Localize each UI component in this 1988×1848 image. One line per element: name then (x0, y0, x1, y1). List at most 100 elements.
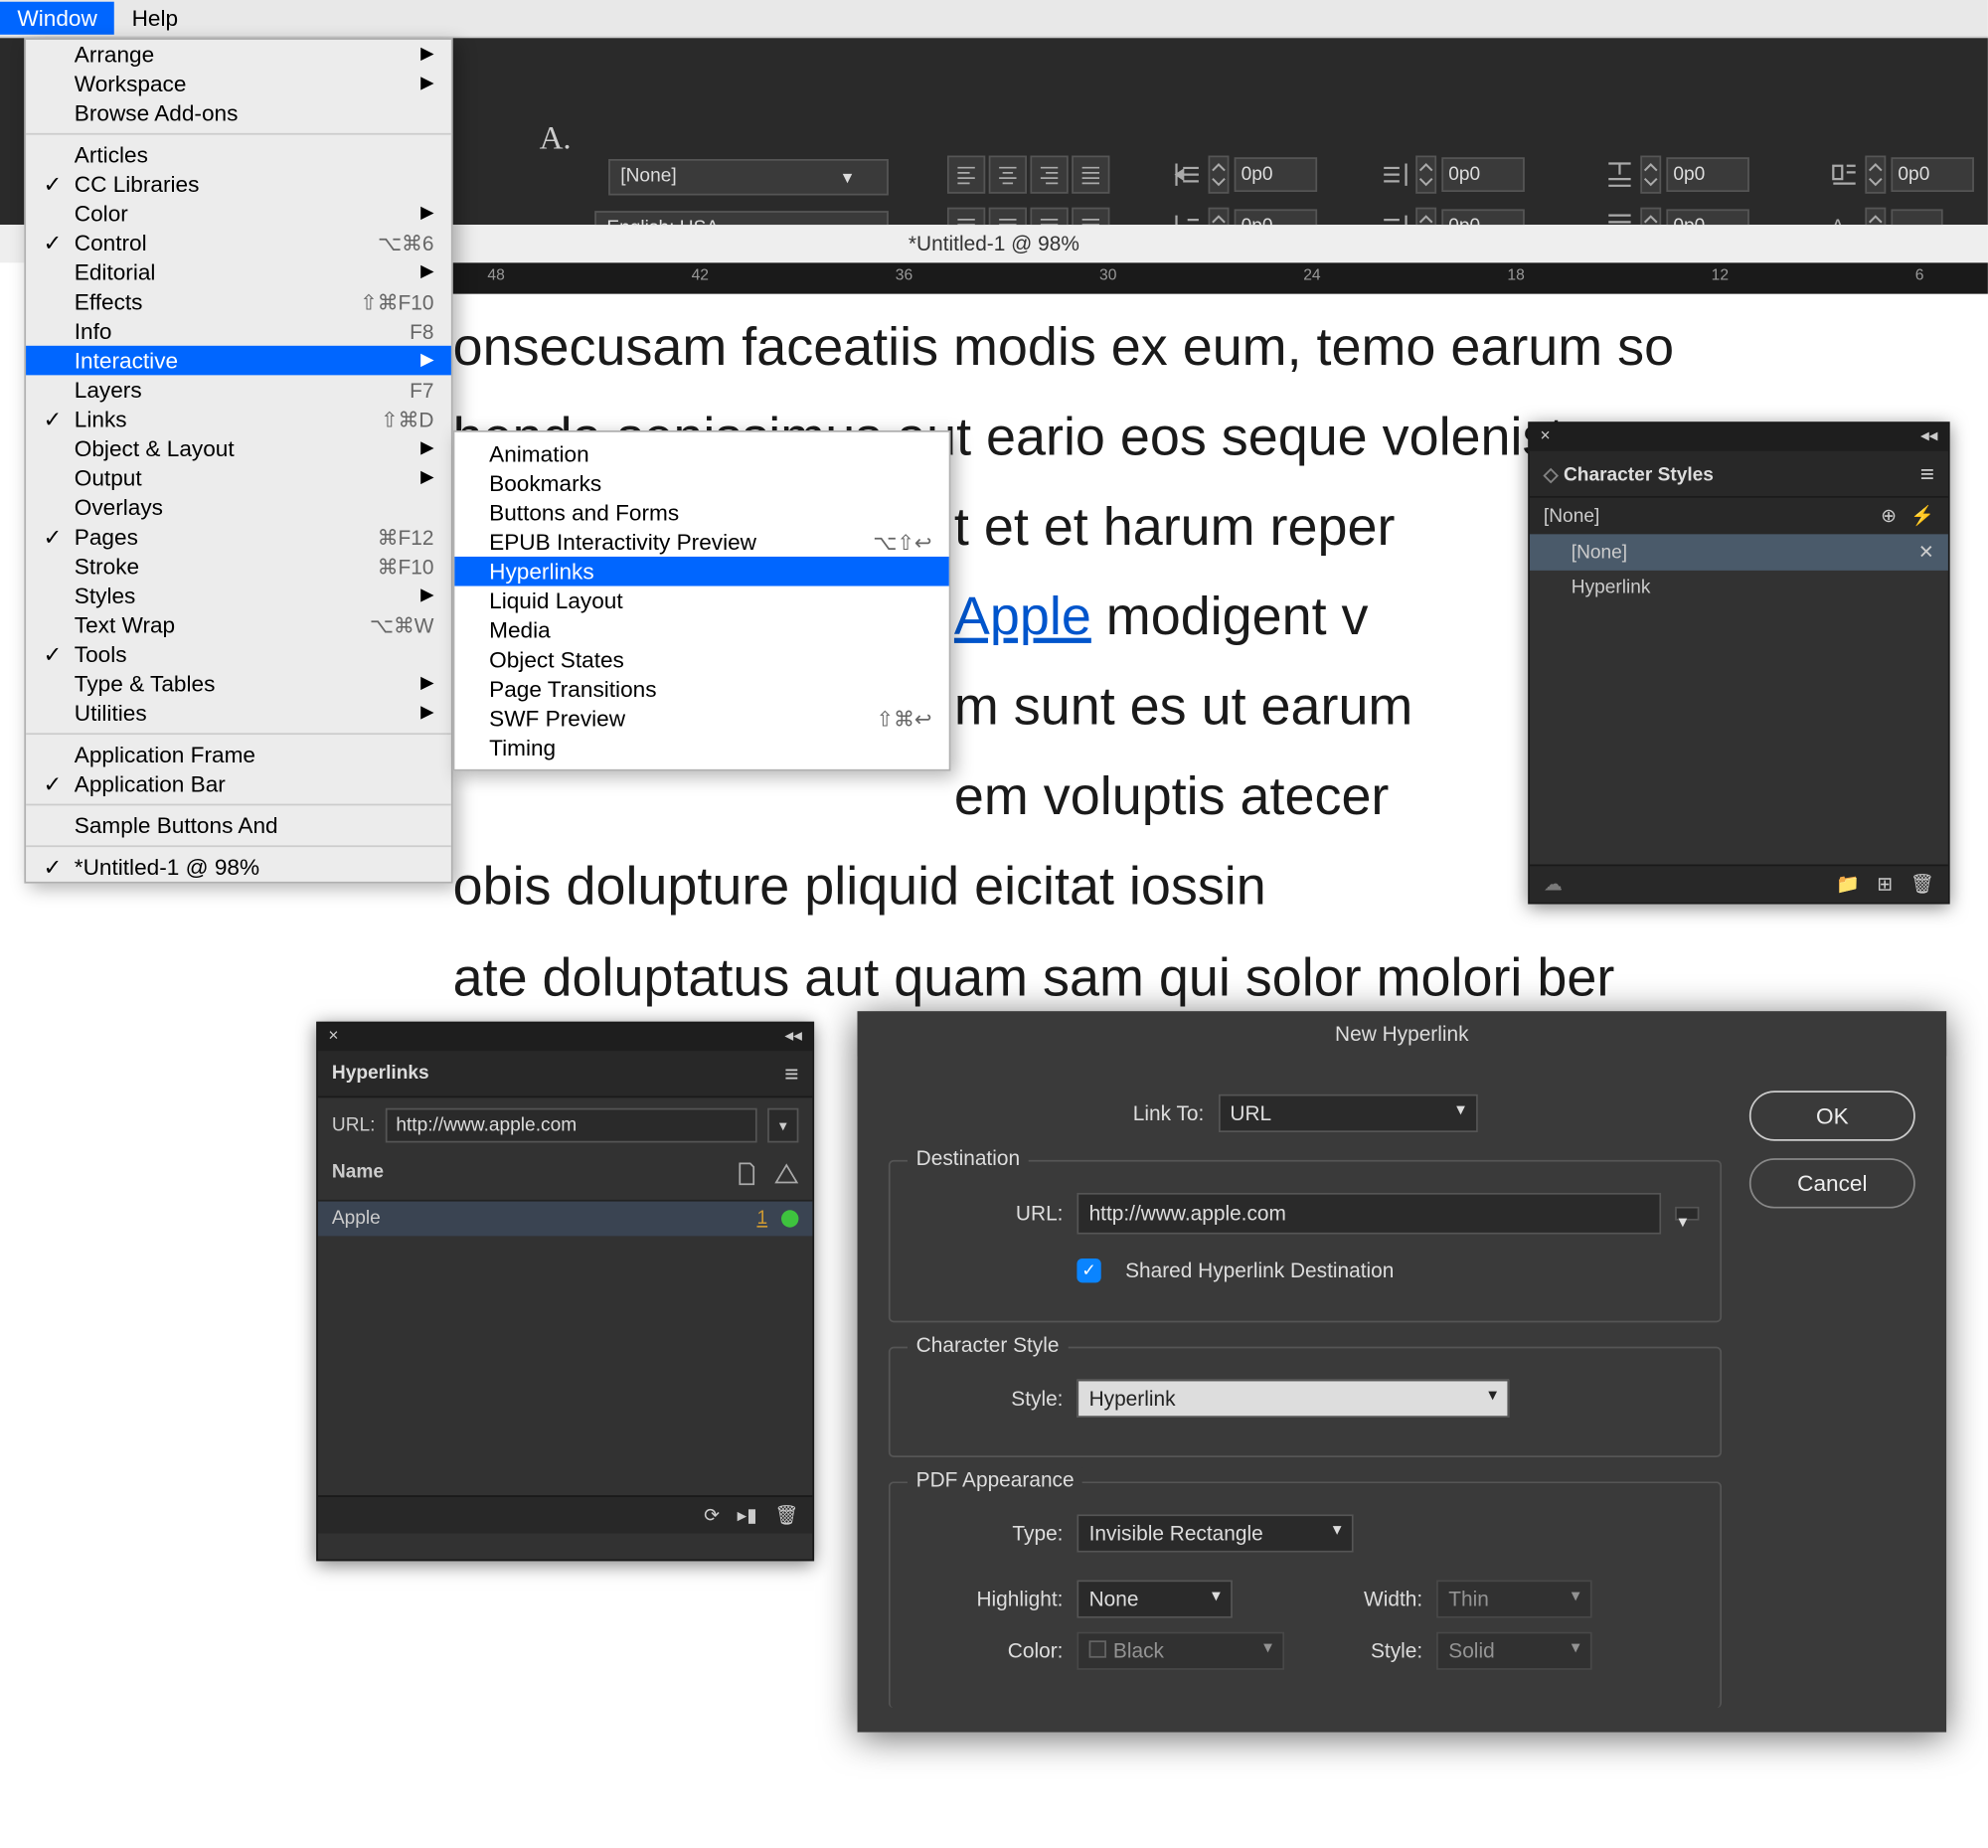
highlight-select[interactable]: None (1077, 1580, 1233, 1617)
submenu-hyperlinks[interactable]: Hyperlinks (454, 557, 948, 587)
menu-styles[interactable]: Styles▶ (26, 581, 451, 610)
character-icon: A. (540, 121, 572, 159)
trash-icon[interactable]: 🗑 (1910, 873, 1934, 896)
hyperlink-count[interactable]: 1 (756, 1209, 767, 1230)
submenu-buttons-forms[interactable]: Buttons and Forms (454, 498, 948, 528)
drop-cap-field[interactable] (1891, 157, 1973, 192)
menu-overlays[interactable]: Overlays (26, 493, 451, 523)
color-select[interactable]: Black (1077, 1632, 1284, 1670)
color-swatch-icon (1089, 1640, 1106, 1657)
collapse-icon[interactable]: ◂◂ (784, 1027, 801, 1048)
menu-effects[interactable]: Effects⇧⌘F10 (26, 287, 451, 317)
menu-arrange[interactable]: Arrange▶ (26, 40, 451, 70)
menu-info[interactable]: InfoF8 (26, 316, 451, 346)
menu-workspace[interactable]: Workspace▶ (26, 70, 451, 99)
menu-cc-libraries[interactable]: CC Libraries (26, 169, 451, 199)
cs-filter-label: [None] (1544, 506, 1599, 527)
url-input[interactable] (386, 1108, 757, 1143)
submenu-animation[interactable]: Animation (454, 439, 948, 469)
close-icon[interactable]: × (1540, 427, 1561, 448)
cancel-button[interactable]: Cancel (1749, 1158, 1915, 1208)
char-style-select[interactable]: [None] ▾ (608, 159, 889, 196)
page-icon[interactable] (737, 1162, 757, 1192)
warning-icon[interactable] (774, 1162, 798, 1192)
menu-browse-addons[interactable]: Browse Add-ons (26, 98, 451, 128)
url-dropdown[interactable] (1675, 1207, 1699, 1221)
menu-window[interactable]: Window (0, 2, 114, 35)
menu-layers[interactable]: LayersF7 (26, 375, 451, 405)
lightning-icon[interactable]: ⚡ (1910, 505, 1934, 528)
trash-icon[interactable]: 🗑 (774, 1504, 798, 1527)
menu-text-wrap[interactable]: Text Wrap⌥⌘W (26, 610, 451, 640)
menu-pages[interactable]: Pages⌘F12 (26, 522, 451, 552)
pdf-style-select[interactable]: Solid (1436, 1632, 1592, 1670)
style-select[interactable]: Hyperlink (1077, 1380, 1509, 1418)
menu-articles[interactable]: Articles (26, 140, 451, 170)
menu-utilities[interactable]: Utilities▶ (26, 699, 451, 729)
link-to-select[interactable]: URL (1218, 1094, 1477, 1132)
url-input[interactable] (1077, 1193, 1661, 1235)
menu-output[interactable]: Output▶ (26, 463, 451, 493)
cs-style-none[interactable]: [None] ✕ (1530, 534, 1948, 571)
panel-menu-icon[interactable]: ≡ (784, 1060, 798, 1088)
collapse-icon[interactable]: ◂◂ (1920, 427, 1937, 448)
clear-override-icon[interactable]: ✕ (1918, 541, 1934, 564)
cs-style-hyperlink[interactable]: Hyperlink (1530, 571, 1948, 605)
menu-object-layout[interactable]: Object & Layout▶ (26, 433, 451, 463)
shared-label: Shared Hyperlink Destination (1125, 1259, 1394, 1282)
close-icon[interactable]: × (328, 1027, 349, 1048)
submenu-bookmarks[interactable]: Bookmarks (454, 468, 948, 498)
stepper-icon[interactable] (1209, 156, 1230, 194)
hyperlinks-panel: × ◂◂ Hyperlinks ≡ URL: ▾ Name Apple 1 (316, 1022, 814, 1562)
menu-tools[interactable]: Tools (26, 639, 451, 669)
menu-control[interactable]: Control⌥⌘6 (26, 229, 451, 258)
cloud-icon[interactable]: ☁ (1544, 873, 1563, 896)
menu-editorial[interactable]: Editorial▶ (26, 257, 451, 287)
right-indent-field[interactable] (1441, 157, 1524, 192)
shared-checkbox[interactable]: ✓ (1077, 1259, 1100, 1282)
left-indent-field[interactable] (1235, 157, 1317, 192)
new-group-icon[interactable]: ⊕ (1881, 505, 1897, 528)
panel-menu-icon[interactable]: ≡ (1920, 460, 1934, 488)
submenu-timing[interactable]: Timing (454, 733, 948, 762)
align-right-icon[interactable] (1030, 156, 1068, 194)
menu-links[interactable]: Links⇧⌘D (26, 405, 451, 434)
submenu-object-states[interactable]: Object States (454, 645, 948, 675)
type-select[interactable]: Invisible Rectangle (1077, 1514, 1353, 1552)
submenu-epub-preview[interactable]: EPUB Interactivity Preview⌥⇧↩ (454, 527, 948, 557)
submenu-media[interactable]: Media (454, 615, 948, 645)
go-to-icon[interactable]: ▸▮ (738, 1504, 757, 1527)
menu-color[interactable]: Color▶ (26, 199, 451, 229)
menu-type-tables[interactable]: Type & Tables▶ (26, 669, 451, 699)
new-style-icon[interactable]: ⊞ (1877, 873, 1893, 896)
pdf-style-label: Style: (1326, 1639, 1422, 1663)
submenu-page-transitions[interactable]: Page Transitions (454, 674, 948, 704)
menu-interactive[interactable]: Interactive▶ (26, 346, 451, 376)
stepper-icon[interactable] (1865, 156, 1886, 194)
folder-icon[interactable]: 📁 (1836, 873, 1860, 896)
hyperlink-text[interactable]: Apple (954, 587, 1091, 647)
space-before-field[interactable] (1666, 157, 1748, 192)
hyperlink-item[interactable]: Apple 1 (318, 1202, 812, 1237)
menu-application-bar[interactable]: Application Bar (26, 769, 451, 799)
chevron-right-icon: ▶ (420, 587, 433, 605)
refresh-icon[interactable]: ⟳ (704, 1504, 720, 1527)
url-label: URL: (332, 1115, 376, 1136)
submenu-swf-preview[interactable]: SWF Preview⇧⌘↩ (454, 704, 948, 734)
menu-sample-buttons[interactable]: Sample Buttons And (26, 811, 451, 841)
stepper-icon[interactable] (1415, 156, 1436, 194)
stepper-icon[interactable] (1640, 156, 1661, 194)
submenu-liquid-layout[interactable]: Liquid Layout (454, 587, 948, 616)
menu-stroke[interactable]: Stroke⌘F10 (26, 552, 451, 582)
menu-document-window[interactable]: *Untitled-1 @ 98% (26, 852, 451, 882)
menu-help[interactable]: Help (114, 2, 195, 35)
align-center-icon[interactable] (989, 156, 1027, 194)
menu-separator (26, 733, 451, 735)
ok-button[interactable]: OK (1749, 1091, 1915, 1140)
shortcut-label: F7 (410, 378, 433, 402)
justify-icon[interactable] (1072, 156, 1109, 194)
width-select[interactable]: Thin (1436, 1580, 1592, 1617)
url-dropdown-icon[interactable]: ▾ (767, 1108, 798, 1143)
align-left-icon[interactable] (947, 156, 985, 194)
menu-application-frame[interactable]: Application Frame (26, 740, 451, 769)
